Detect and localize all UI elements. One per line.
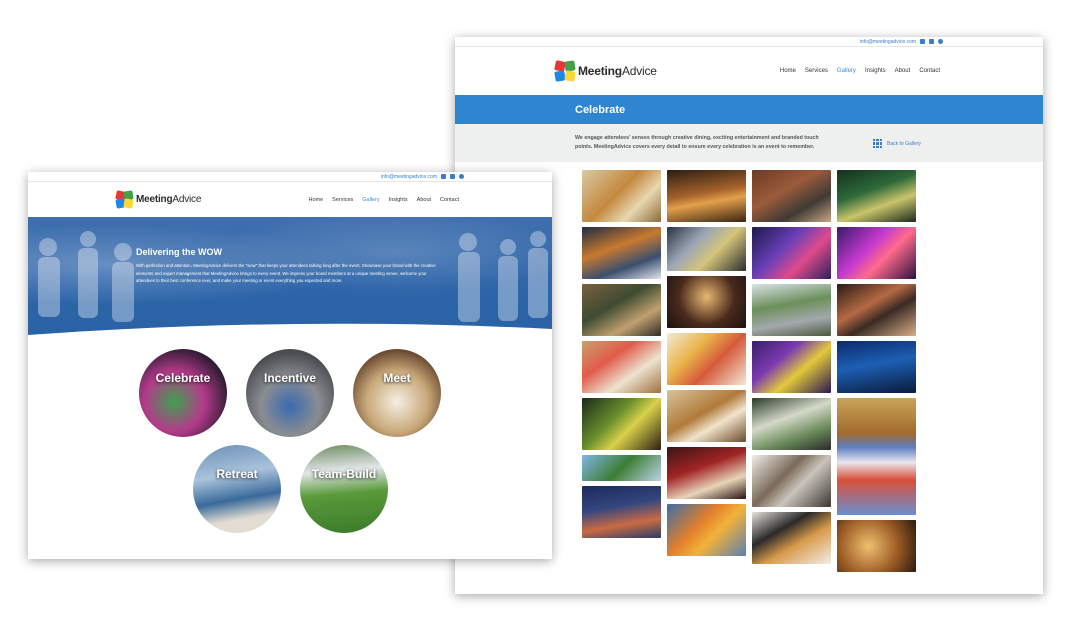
gallery-photo[interactable] — [752, 170, 831, 222]
nav-home[interactable]: Home — [309, 197, 324, 203]
gallery-column — [667, 170, 746, 590]
gallery-photo[interactable] — [582, 170, 661, 222]
category-label: Celebrate — [155, 371, 211, 385]
intro-band: We engage attendees' senses through crea… — [455, 124, 1043, 162]
site-header: MeetingAdvice Home Services Gallery Insi… — [455, 47, 1043, 95]
gallery-photo[interactable] — [667, 276, 746, 328]
nav-insights[interactable]: Insights — [389, 197, 408, 203]
gallery-photo[interactable] — [667, 170, 746, 222]
mockup-stage: info@meetingadvice.com MeetingAdvice Hom… — [0, 0, 1074, 630]
gallery-photo[interactable] — [752, 341, 831, 393]
hero-banner: Delivering the WOW With perfection and a… — [28, 217, 552, 335]
nav-about[interactable]: About — [417, 197, 431, 203]
gallery-photo[interactable] — [582, 398, 661, 450]
email-link[interactable]: info@meetingadvice.com — [381, 174, 437, 180]
gallery-photo[interactable] — [582, 486, 661, 538]
category-meet[interactable]: Meet — [353, 349, 441, 437]
gallery-column — [837, 170, 916, 590]
category-label: Team-Build — [311, 467, 377, 481]
gallery-photo[interactable] — [752, 227, 831, 279]
site-logo[interactable]: MeetingAdvice — [115, 190, 202, 209]
gallery-photo[interactable] — [667, 447, 746, 499]
gallery-photo[interactable] — [837, 227, 916, 279]
gallery-column — [752, 170, 831, 590]
nav-contact[interactable]: Contact — [440, 197, 459, 203]
category-label: Retreat — [216, 467, 258, 481]
gallery-photo[interactable] — [752, 512, 831, 564]
category-incentive[interactable]: Incentive — [246, 349, 334, 437]
logo-text: MeetingAdvice — [136, 194, 202, 205]
hero-text-block: Delivering the WOW With perfection and a… — [136, 247, 446, 285]
gallery-photo[interactable] — [582, 341, 661, 393]
gallery-photo[interactable] — [667, 504, 746, 556]
category-team-build[interactable]: Team-Build — [300, 445, 388, 533]
back-to-gallery-label: Back to Gallery — [887, 140, 921, 147]
nav-gallery[interactable]: Gallery — [837, 68, 856, 74]
logo-mark-icon — [115, 190, 134, 209]
top-bar: info@meetingadvice.com — [455, 37, 1043, 47]
site-header: MeetingAdvice Home Services Gallery Insi… — [28, 182, 552, 217]
instagram-icon[interactable] — [459, 174, 464, 179]
hero-body: With perfection and attention, MeetingAd… — [136, 263, 436, 283]
hero-title: Delivering the WOW — [136, 247, 223, 257]
page-title-banner: Celebrate — [455, 95, 1043, 124]
delivering-wow-page: info@meetingadvice.com MeetingAdvice Hom… — [28, 172, 552, 559]
back-to-gallery-link[interactable]: Back to Gallery — [873, 139, 921, 148]
gallery-photo[interactable] — [667, 227, 746, 271]
gallery-column — [582, 170, 661, 590]
gallery-photo[interactable] — [582, 455, 661, 481]
category-label: Meet — [383, 371, 411, 385]
category-circles: Celebrate Incentive Meet Retreat Team-Bu… — [28, 349, 552, 549]
gallery-photo[interactable] — [837, 341, 916, 393]
logo-mark-icon — [554, 60, 576, 82]
page-title: Celebrate — [575, 103, 626, 116]
gallery-photo[interactable] — [837, 398, 916, 515]
main-nav: Home Services Gallery Insights About Con… — [309, 197, 460, 203]
intro-text: We engage attendees' senses through crea… — [575, 135, 819, 150]
gallery-photo[interactable] — [752, 455, 831, 507]
email-link[interactable]: info@meetingadvice.com — [860, 39, 916, 45]
photo-gallery — [582, 170, 917, 590]
nav-services[interactable]: Services — [332, 197, 353, 203]
top-bar: info@meetingadvice.com — [28, 172, 552, 182]
gallery-photo[interactable] — [582, 227, 661, 279]
nav-contact[interactable]: Contact — [919, 68, 940, 74]
gallery-photo[interactable] — [582, 284, 661, 336]
category-label: Incentive — [263, 371, 317, 385]
nav-gallery[interactable]: Gallery — [362, 197, 379, 203]
linkedin-icon[interactable] — [450, 174, 455, 179]
facebook-icon[interactable] — [441, 174, 446, 179]
gallery-photo[interactable] — [752, 398, 831, 450]
grid-icon — [873, 139, 882, 148]
gallery-photo[interactable] — [752, 284, 831, 336]
gallery-photo[interactable] — [837, 170, 916, 222]
gallery-photo[interactable] — [667, 333, 746, 385]
site-logo[interactable]: MeetingAdvice — [554, 60, 657, 82]
gallery-photo[interactable] — [837, 520, 916, 572]
nav-services[interactable]: Services — [805, 68, 828, 74]
nav-about[interactable]: About — [895, 68, 911, 74]
nav-home[interactable]: Home — [780, 68, 796, 74]
nav-insights[interactable]: Insights — [865, 68, 886, 74]
logo-text: MeetingAdvice — [578, 64, 657, 78]
gallery-photo[interactable] — [837, 284, 916, 336]
category-retreat[interactable]: Retreat — [193, 445, 281, 533]
category-celebrate[interactable]: Celebrate — [139, 349, 227, 437]
gallery-photo[interactable] — [667, 390, 746, 442]
hero-curve-divider — [28, 323, 552, 335]
main-nav: Home Services Gallery Insights About Con… — [780, 68, 940, 74]
instagram-icon[interactable] — [938, 39, 943, 44]
linkedin-icon[interactable] — [929, 39, 934, 44]
facebook-icon[interactable] — [920, 39, 925, 44]
